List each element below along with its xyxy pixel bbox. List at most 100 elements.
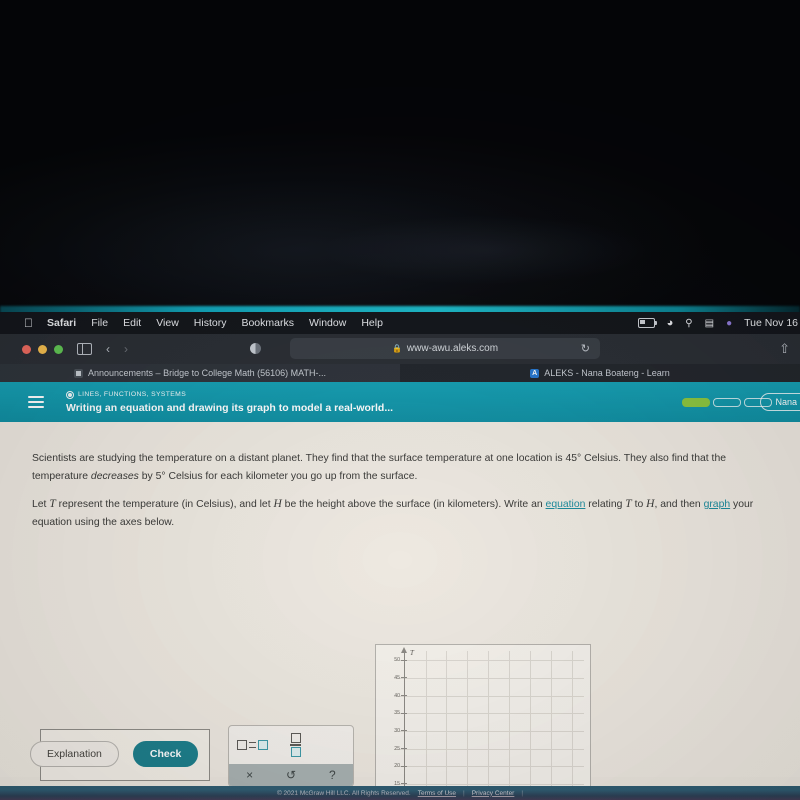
gridline-horizontal [394,660,584,662]
window-controls [22,344,63,354]
y-axis-tick-label: 25 [394,745,400,752]
gridline-vertical [488,651,489,800]
wifi-icon[interactable]: ◕ [667,317,674,329]
help-button[interactable]: ? [312,764,353,786]
undo-button[interactable]: ↺ [270,764,311,786]
menu-item-help[interactable]: Help [361,317,383,329]
menu-item-safari[interactable]: Safari [47,317,76,329]
y-axis-tick-label: 30 [394,727,400,734]
problem-sentence-2-pre: temperature [32,471,91,483]
y-axis-tick-label: 20 [394,763,400,770]
y-axis-tick-label: 50 [394,657,400,664]
p2-text-4: relating [585,499,626,510]
palette-tool-row [229,726,353,764]
address-bar[interactable]: 🔒 www-awu.aleks.com ↻ [290,338,600,359]
tab-announcements[interactable]: Announcements – Bridge to College Math (… [0,364,400,382]
y-axis-tick [401,659,407,661]
y-axis-tick [401,748,407,749]
sidebar-icon[interactable] [77,343,92,355]
gridline-horizontal [394,677,584,679]
menu-item-file[interactable]: File [91,317,108,329]
explanation-button[interactable]: Explanation [30,741,119,767]
control-center-icon[interactable]: ▤ [705,318,714,329]
gridline-horizontal [394,695,584,697]
problem-sentence-2-post: by 5° Celsius for each kilometer you go … [138,471,418,483]
forward-button[interactable]: › [124,342,128,356]
gridline-horizontal [394,783,584,785]
y-axis-tick [401,783,407,785]
gridline-vertical [467,651,469,800]
progress-segment-2 [713,397,741,407]
y-axis-tick-label: 40 [394,692,400,699]
y-axis-tick [401,712,407,714]
tab-bar: Announcements – Bridge to College Math (… [0,364,800,382]
clear-button[interactable]: × [229,764,270,786]
topic-kicker: LINES, FUNCTIONS, SYSTEMS [66,390,393,399]
menu-item-view[interactable]: View [156,317,179,329]
photo-bottom-reflection [0,790,800,800]
check-button[interactable]: Check [132,741,199,767]
user-account-icon[interactable]: ● [726,318,732,329]
safari-toolbar: ‹ › 🔒 www-awu.aleks.com ↻ ⇧ [0,334,800,364]
share-button[interactable]: ⇧ [779,341,790,357]
aleks-app-header: LINES, FUNCTIONS, SYSTEMS Writing an equ… [0,382,800,422]
emphasis-decreases: decreases [90,471,139,483]
maximize-window-button[interactable] [54,344,63,354]
y-axis-label: T [410,649,414,657]
menu-item-edit[interactable]: Edit [123,317,141,329]
hamburger-menu-icon[interactable] [28,396,44,408]
fraction-icon[interactable] [290,733,301,757]
math-symbol-palette: × ↺ ? [228,725,354,787]
y-axis-tick [401,695,407,696]
relation-equals-icon[interactable] [237,740,268,750]
y-axis-tick [401,677,407,679]
user-name-pill[interactable]: Nana [760,393,800,411]
gridline-vertical [529,651,531,800]
problem-content-area: Scientists are studying the temperature … [0,422,800,800]
gridline-horizontal [394,730,584,732]
canvas-favicon [74,368,84,378]
gridline-horizontal [394,766,584,768]
problem-sentence-1: Scientists are studying the temperature … [32,453,726,464]
link-graph[interactable]: graph [704,499,731,510]
p2-text-3: be the height above the surface (in kilo… [281,499,546,510]
progress-indicator [682,397,772,407]
menu-item-history[interactable]: History [194,317,227,329]
graph-grid [376,645,590,800]
tab-aleks-learn[interactable]: A ALEKS - Nana Boateng - Learn [400,364,800,382]
macos-menu-bar:  Safari File Edit View History Bookmark… [0,312,800,334]
palette-action-row: × ↺ ? [229,764,353,786]
y-axis [404,653,406,800]
menu-bar-clock[interactable]: Tue Nov 16 [744,317,798,329]
p2-text-5: to [631,499,647,510]
browser-window:  Safari File Edit View History Bookmark… [0,312,800,800]
apple-icon[interactable]:  [24,317,33,329]
gridline-vertical [550,651,552,800]
y-axis-tick [401,730,407,732]
link-equation[interactable]: equation [546,499,586,510]
address-bar-url: www-awu.aleks.com [406,343,499,354]
battery-icon[interactable] [637,318,657,328]
aleks-favicon: A [530,368,540,378]
menu-item-bookmarks[interactable]: Bookmarks [241,317,294,329]
search-icon[interactable]: ⚲ [685,318,692,329]
topic-bullet-icon [66,390,74,399]
tab-title: ALEKS - Nana Boateng - Learn [544,368,670,378]
gridline-horizontal [394,748,584,750]
back-button[interactable]: ‹ [106,342,110,356]
coordinate-graph[interactable]: 123456785101520253035404550 T H 0 [375,644,591,800]
reload-button[interactable]: ↻ [581,342,590,355]
menu-item-window[interactable]: Window [309,317,346,329]
progress-segment-1 [682,397,710,407]
problem-paragraph-1: Scientists are studying the temperature … [32,450,777,486]
privacy-shield-icon[interactable] [250,343,261,354]
p2-text-6: , and then [654,499,704,510]
y-axis-tick-label: 35 [394,710,400,717]
header-text-block: LINES, FUNCTIONS, SYSTEMS Writing an equ… [66,390,393,414]
p2-text-1: Let [32,499,50,510]
gridline-vertical [425,651,427,800]
minimize-window-button[interactable] [38,344,47,354]
close-window-button[interactable] [22,344,31,354]
screen-glare [320,215,650,285]
problem-paragraph-2: Let T represent the temperature (in Cels… [32,494,777,532]
